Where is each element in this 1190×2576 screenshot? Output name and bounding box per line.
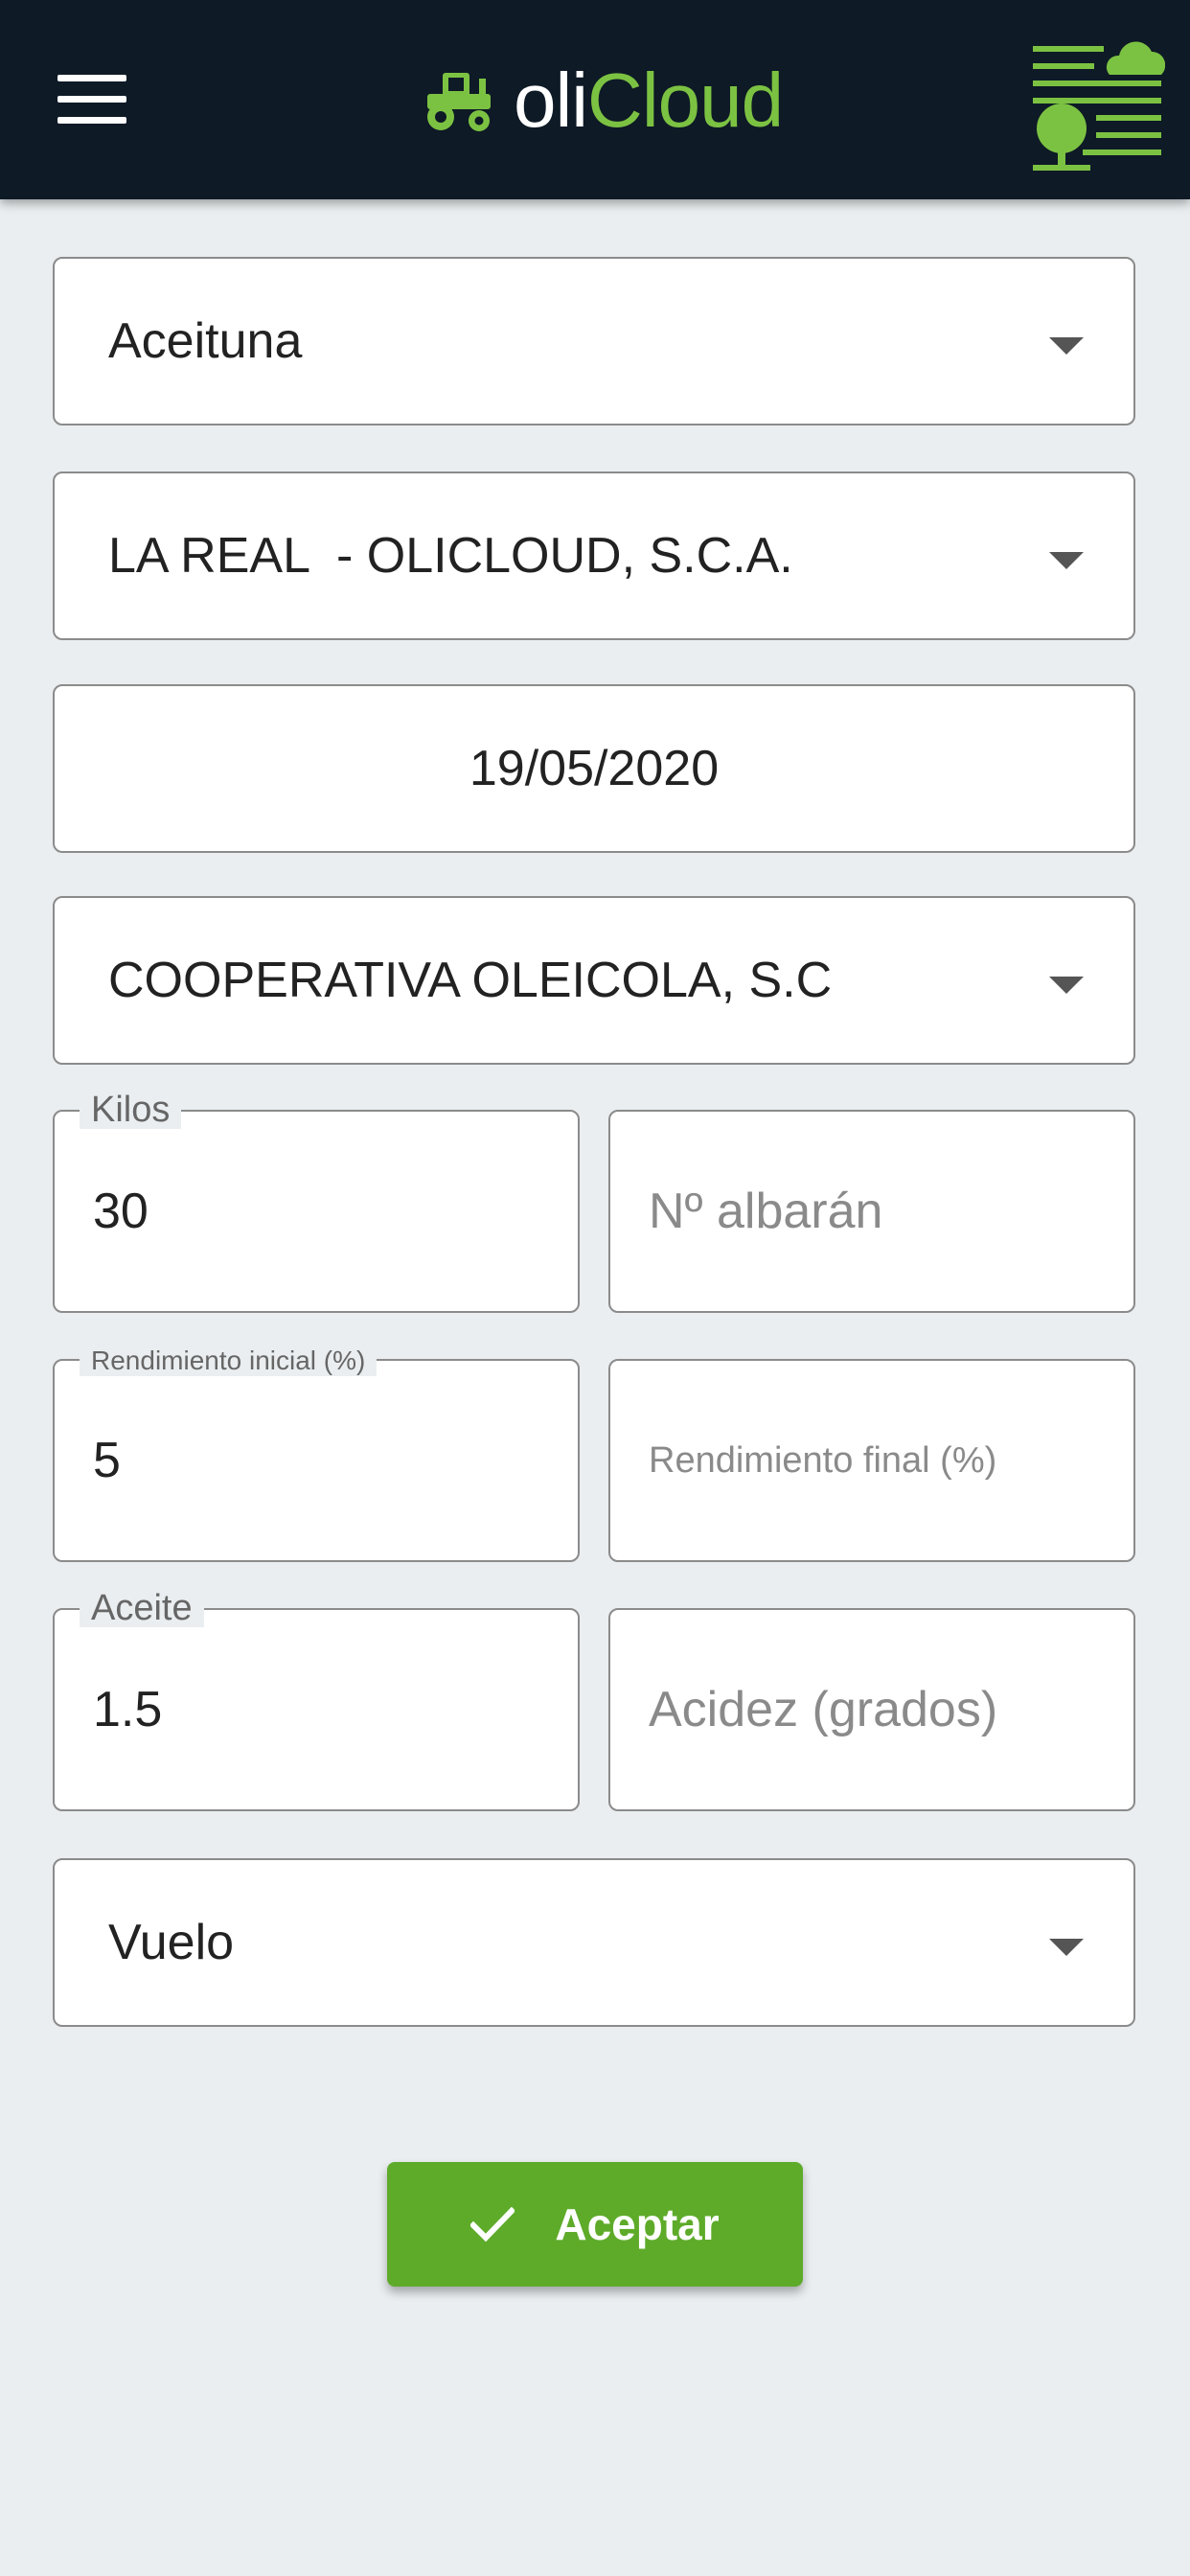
accept-button[interactable]: Aceptar [387, 2162, 803, 2287]
dropdown-arrow-icon [1049, 552, 1084, 569]
aceite-value: 1.5 [93, 1682, 163, 1737]
brand-oli-text: oli [514, 58, 588, 143]
farm-select[interactable]: LA REAL - OLICLOUD, S.C.A. [53, 472, 1135, 640]
trees-field-logo-icon [1033, 41, 1165, 171]
app-title: oliCloud [514, 62, 784, 139]
check-icon [470, 2206, 515, 2242]
tractor-icon [427, 73, 491, 131]
date-value: 19/05/2020 [469, 741, 720, 796]
product-select[interactable]: Aceituna [53, 257, 1135, 426]
dropdown-arrow-icon [1049, 337, 1084, 355]
kilos-value: 30 [93, 1184, 149, 1239]
product-select-value: Aceituna [108, 313, 303, 369]
farm-select-value: LA REAL - OLICLOUD, S.C.A. [108, 528, 793, 584]
buyer-select-value: COOPERATIVA OLEICOLA, S.C [108, 953, 833, 1008]
date-field[interactable]: 19/05/2020 [53, 684, 1135, 853]
dropdown-arrow-icon [1049, 977, 1084, 994]
kilos-field[interactable]: Kilos 30 [53, 1091, 580, 1313]
brand-logo: oliCloud [422, 48, 784, 153]
dropdown-arrow-icon [1049, 1939, 1084, 1956]
rendimiento-inicial-value: 5 [93, 1433, 121, 1488]
type-select-value: Vuelo [108, 1915, 235, 1970]
albaran-field[interactable]: Nº albarán [608, 1110, 1135, 1313]
type-select[interactable]: Vuelo [53, 1858, 1135, 2027]
accept-button-label: Aceptar [555, 2199, 720, 2249]
app-header: oliCloud [0, 0, 1190, 199]
buyer-select[interactable]: COOPERATIVA OLEICOLA, S.C [53, 896, 1135, 1065]
rendimiento-inicial-field[interactable]: Rendimiento inicial (%) 5 [53, 1346, 580, 1562]
rendimiento-final-field[interactable]: Rendimiento final (%) [608, 1359, 1135, 1562]
rendimiento-final-placeholder: Rendimiento final (%) [649, 1439, 997, 1481]
hamburger-menu-icon[interactable] [57, 75, 126, 125]
acidez-placeholder: Acidez (grados) [649, 1682, 998, 1737]
albaran-placeholder: Nº albarán [649, 1184, 883, 1239]
aceite-field[interactable]: Aceite 1.5 [53, 1589, 580, 1811]
rendimiento-inicial-label: Rendimiento inicial (%) [80, 1346, 378, 1376]
acidez-field[interactable]: Acidez (grados) [608, 1608, 1135, 1811]
brand-cloud-text: Cloud [587, 58, 784, 143]
